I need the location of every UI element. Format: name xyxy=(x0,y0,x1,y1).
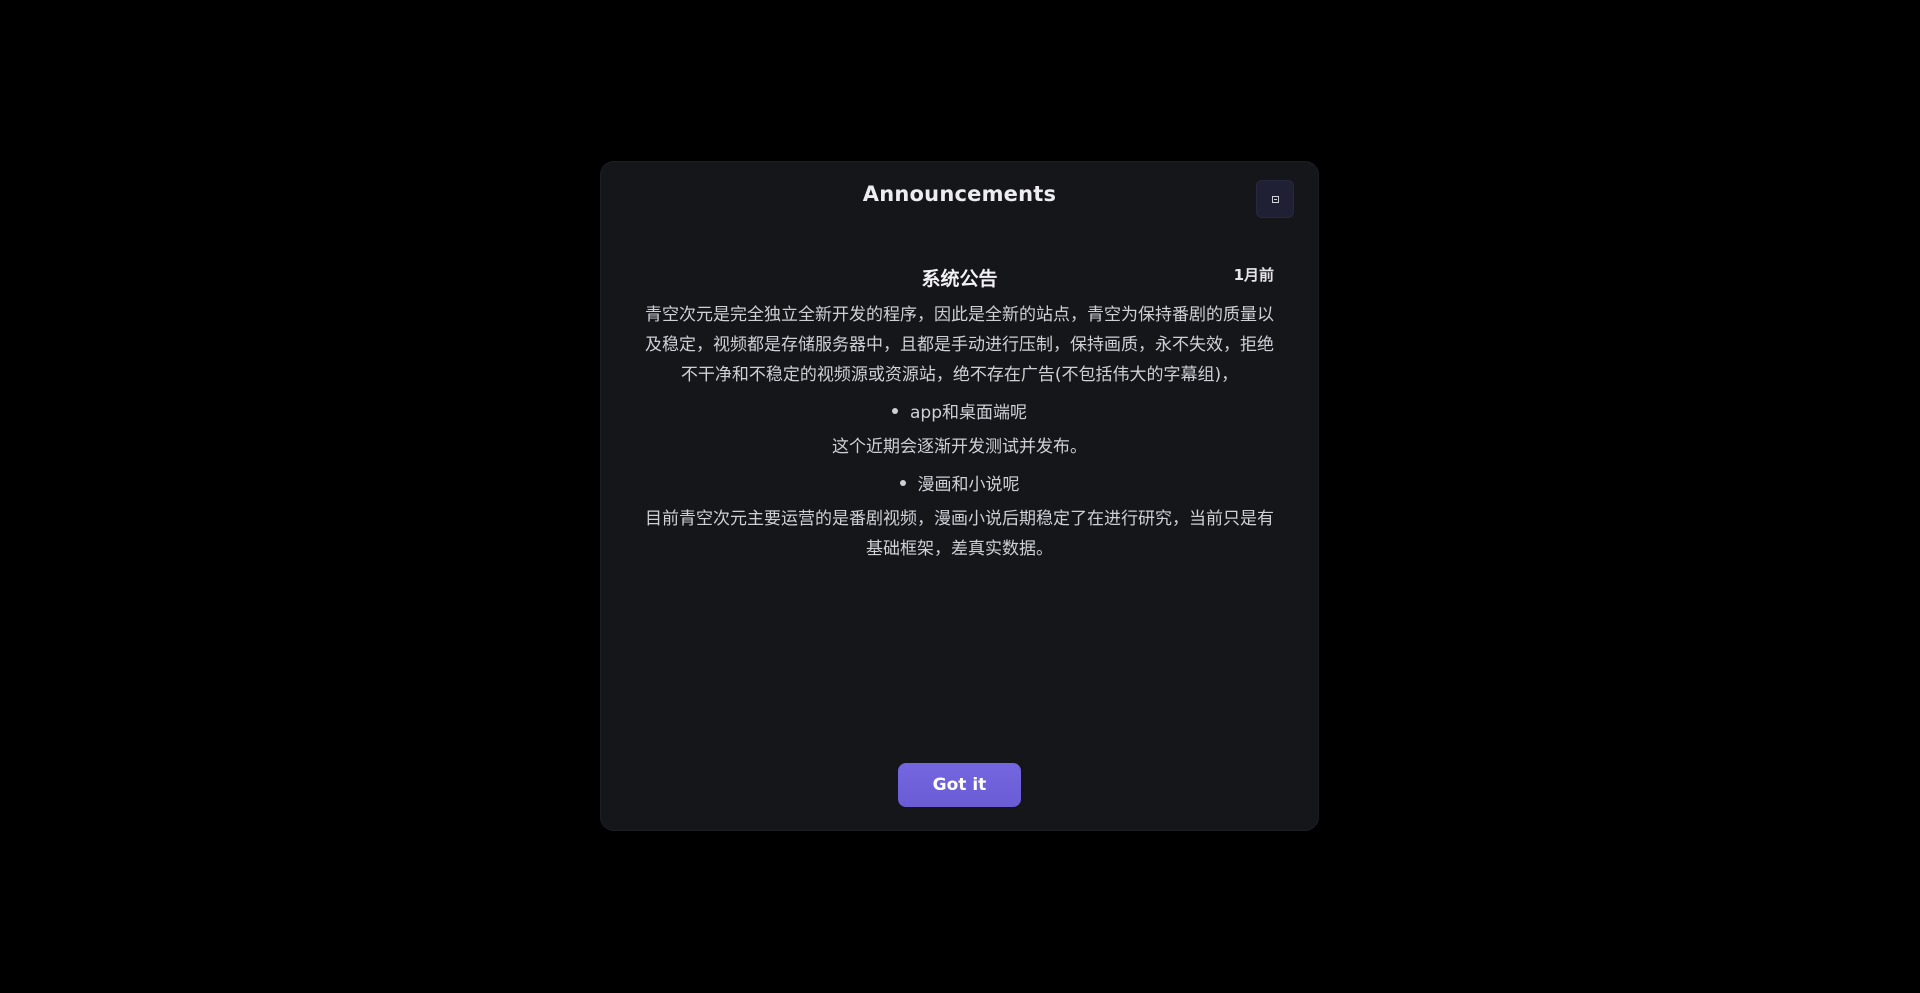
notice-paragraph: 这个近期会逐渐开发测试并发布。 xyxy=(832,437,1087,457)
notice-list: app和桌面端呢 xyxy=(645,398,1274,428)
backdrop-overlay[interactable]: Announcements 系统公告 1月前 青空次元是完全独立全新开发的程序，… xyxy=(0,0,1920,993)
dialog-title: Announcements xyxy=(862,182,1057,206)
notice-timestamp: 1月前 xyxy=(1233,266,1274,284)
announcements-dialog: Announcements 系统公告 1月前 青空次元是完全独立全新开发的程序，… xyxy=(600,161,1319,831)
notice-paragraph: 青空次元是完全独立全新开发的程序，因此是全新的站点，青空为保持番剧的质量以及稳定… xyxy=(645,305,1274,385)
notice-body: 青空次元是完全独立全新开发的程序，因此是全新的站点，青空为保持番剧的质量以及稳定… xyxy=(645,300,1274,564)
notice-paragraph: 目前青空次元主要运营的是番剧视频，漫画小说后期稳定了在进行研究，当前只是有基础框… xyxy=(645,509,1274,559)
list-item: 漫画和小说呢 xyxy=(645,470,1274,500)
dialog-header: Announcements xyxy=(601,162,1318,232)
list-item-text: 漫画和小说呢 xyxy=(917,475,1020,495)
close-icon xyxy=(1271,195,1279,203)
list-item-text: app和桌面端呢 xyxy=(910,403,1027,423)
list-item: app和桌面端呢 xyxy=(645,398,1274,428)
got-it-button[interactable]: Got it xyxy=(898,763,1021,807)
close-button[interactable] xyxy=(1256,180,1294,218)
bullet-icon xyxy=(892,408,898,414)
notice-header: 系统公告 1月前 xyxy=(645,260,1274,300)
notice-title: 系统公告 xyxy=(921,268,998,290)
notice-list: 漫画和小说呢 xyxy=(645,470,1274,500)
bullet-icon xyxy=(899,480,906,486)
